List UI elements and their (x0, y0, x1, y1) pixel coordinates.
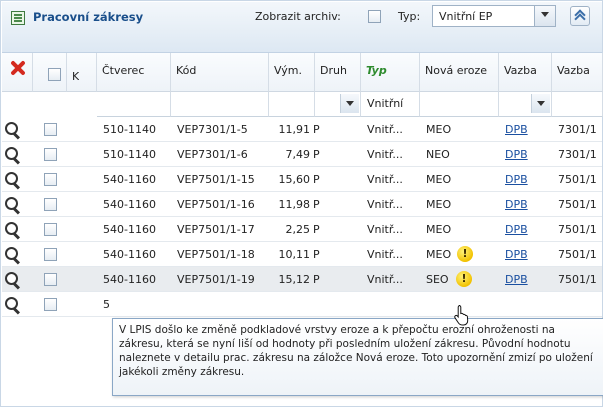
column-header-vazba[interactable]: Vazba (499, 53, 552, 92)
row-checkbox[interactable] (44, 198, 57, 211)
table-row[interactable]: 540-1160 VEP7501/1-16 11,98 P Vnitř... M… (2, 192, 602, 217)
type-select-value: Vnitřní EP (439, 10, 493, 23)
collapse-up-icon[interactable] (570, 6, 590, 26)
table-row[interactable]: 540-1160 VEP7501/1-15 15,60 P Vnitř... M… (2, 167, 602, 192)
dpb-link[interactable]: DPB (505, 273, 528, 286)
magnifier-icon[interactable] (4, 121, 21, 138)
row-checkbox[interactable] (44, 123, 57, 136)
table-row[interactable]: 540-1160 VEP7501/1-17 2,25 P Vnitř... ME… (2, 217, 602, 242)
magnifier-icon[interactable] (4, 146, 21, 163)
magnifier-icon[interactable] (4, 296, 21, 313)
dpb-link[interactable]: DPB (505, 248, 528, 261)
filter-typ[interactable]: Vnitřní (361, 92, 420, 117)
filter-druh[interactable] (315, 92, 361, 117)
row-checkbox[interactable] (44, 223, 57, 236)
warning-icon[interactable] (456, 271, 472, 287)
dpb-link[interactable]: DPB (505, 173, 528, 186)
magnifier-icon[interactable] (4, 221, 21, 238)
table-row-hovered[interactable]: 540-1160 VEP7501/1-19 15,12 P Vnitř... S… (2, 267, 602, 292)
panel-header: Pracovní zákresy Zobrazit archiv: Typ: V… (2, 2, 602, 53)
table-row[interactable]: 510-1140 VEP7301/1-6 7,49 P Vnitř... NEO… (2, 142, 602, 167)
warning-icon[interactable] (457, 246, 473, 262)
show-archive-checkbox[interactable] (368, 10, 381, 23)
type-select-dropdown-button[interactable] (534, 6, 555, 26)
column-header-kod[interactable]: Kód (171, 53, 269, 92)
dpb-link[interactable]: DPB (505, 123, 528, 136)
magnifier-icon[interactable] (4, 196, 21, 213)
column-header-vym[interactable]: Vým. (269, 53, 315, 92)
chevron-down-icon (537, 101, 545, 106)
row-checkbox[interactable] (44, 298, 57, 311)
dpb-link[interactable]: DPB (505, 148, 528, 161)
column-header-k[interactable]: K (67, 53, 97, 92)
filter-vazba-dropdown[interactable] (531, 94, 550, 113)
row-checkbox[interactable] (44, 248, 57, 261)
panel-title: Pracovní zákresy (33, 10, 144, 24)
table-row[interactable]: 540-1160 VEP7501/1-18 10,11 P Vnitř... M… (2, 242, 602, 267)
column-header-druh[interactable]: Druh (315, 53, 361, 92)
dpb-link[interactable]: DPB (505, 198, 528, 211)
magnifier-icon[interactable] (4, 271, 21, 288)
filter-vazba[interactable] (499, 92, 552, 117)
table-row[interactable]: 5 (2, 292, 602, 317)
row-checkbox[interactable] (44, 173, 57, 186)
delete-icon[interactable] (9, 60, 25, 76)
work-drawings-panel: Pracovní zákresy Zobrazit archiv: Typ: V… (0, 0, 603, 407)
magnifier-icon[interactable] (4, 171, 21, 188)
hand-pointer-cursor (454, 305, 469, 326)
filter-nova-eroze[interactable] (420, 92, 499, 117)
magnifier-icon[interactable] (4, 246, 21, 263)
select-all-checkbox[interactable] (48, 68, 61, 81)
column-header-nova-eroze[interactable]: Nová eroze (420, 53, 499, 92)
table-row[interactable]: 510-1140 VEP7301/1-5 11,91 P Vnitř... ME… (2, 117, 602, 142)
filter-vazba-2[interactable] (552, 92, 603, 117)
row-checkbox[interactable] (44, 273, 57, 286)
filter-druh-dropdown[interactable] (340, 94, 359, 113)
spreadsheet-icon (11, 11, 25, 25)
chevron-down-icon (346, 101, 354, 106)
column-header-ctverec[interactable]: Čtverec (97, 53, 171, 92)
select-all-column-header (33, 53, 67, 92)
type-label: Typ: (398, 10, 421, 23)
show-archive-label: Zobrazit archiv: (255, 10, 341, 23)
row-checkbox[interactable] (44, 148, 57, 161)
delete-column-header (2, 53, 33, 92)
filter-ctverec[interactable] (97, 92, 171, 117)
chevron-down-icon (541, 12, 549, 17)
column-header-typ[interactable]: Typ (361, 53, 420, 92)
dpb-link[interactable]: DPB (505, 223, 528, 236)
type-select[interactable]: Vnitřní EP (432, 5, 556, 27)
column-header-vazba-2[interactable]: Vazba (552, 53, 603, 92)
filter-vym[interactable] (269, 92, 315, 117)
filter-kod[interactable] (171, 92, 269, 117)
erosion-change-tooltip: V LPIS došlo ke změně podkladové vrstvy … (112, 318, 603, 396)
